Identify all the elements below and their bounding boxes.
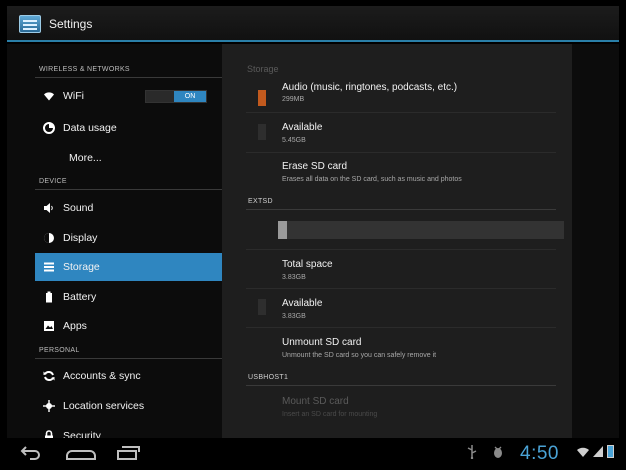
row-title: Audio (music, ringtones, podcasts, etc.) (282, 82, 458, 93)
location-icon (43, 400, 55, 412)
sidebar-item-display[interactable]: Display (35, 224, 222, 252)
row-subtitle: 5.45GB (282, 137, 306, 144)
system-navigation-bar: 4:50 (0, 438, 626, 470)
sidebar-item-location-services[interactable]: Location services (35, 392, 222, 420)
sidebar-item-battery[interactable]: Battery (35, 283, 222, 311)
storage-row-audio[interactable]: Audio (music, ringtones, podcasts, etc.)… (246, 82, 556, 110)
sidebar-item-sound[interactable]: Sound (35, 194, 222, 222)
section-header-personal: PERSONAL (39, 347, 80, 354)
sidebar-item-label: Display (63, 232, 98, 244)
sidebar-item-more[interactable]: More... (35, 144, 222, 172)
sidebar-item-label: WiFi (63, 90, 84, 102)
sidebar-item-label: Storage (63, 261, 100, 273)
row-title: Total space (282, 259, 333, 270)
section-header-device: DEVICE (39, 178, 67, 185)
section-divider (35, 358, 222, 359)
storage-row-total-space: Total space 3.83GB (246, 254, 556, 286)
sidebar-item-label: Data usage (63, 122, 117, 134)
brightness-icon (43, 232, 55, 244)
audio-color-swatch (258, 90, 266, 106)
sidebar-item-label: Apps (63, 320, 87, 332)
sidebar-item-storage[interactable]: Storage (35, 253, 222, 281)
category-divider (246, 209, 556, 210)
sidebar-item-wifi[interactable]: WiFi ON (35, 82, 222, 110)
row-divider (246, 327, 556, 328)
section-divider (35, 189, 222, 190)
home-icon[interactable] (66, 450, 96, 460)
row-divider (246, 152, 556, 153)
unmount-sd-card-button[interactable]: Unmount SD card Unmount the SD card so y… (246, 332, 556, 364)
section-header-wireless: WIRELESS & NETWORKS (39, 66, 130, 73)
category-divider (246, 385, 556, 386)
wifi-signal-icon (576, 446, 590, 461)
category-header-extsd: EXTSD (248, 198, 273, 205)
action-bar: Settings (7, 6, 619, 42)
row-title: Unmount SD card (282, 337, 362, 348)
battery-icon (43, 291, 55, 303)
sidebar-item-label: Accounts & sync (63, 370, 141, 382)
wifi-icon (43, 90, 55, 102)
row-title: Available (282, 298, 323, 309)
recent-apps-icon[interactable] (117, 446, 140, 460)
usb-icon (466, 445, 478, 462)
row-title: Available (282, 122, 323, 133)
apps-icon (43, 320, 55, 332)
toggle-state-label: ON (174, 91, 206, 102)
row-subtitle: Unmount the SD card so you can safely re… (282, 352, 437, 359)
category-header-usbhost: USBHOST1 (248, 374, 289, 381)
row-subtitle: 3.83GB (282, 274, 306, 281)
status-clock: 4:50 (520, 443, 559, 464)
row-subtitle: 299MB (282, 96, 305, 103)
settings-sidebar: WIRELESS & NETWORKS WiFi ON Data usage M… (7, 44, 222, 442)
speaker-icon (43, 202, 55, 214)
back-icon[interactable] (20, 444, 42, 467)
extsd-usage-fill (278, 221, 287, 239)
sync-icon (43, 370, 55, 382)
mount-sd-card-button[interactable]: Mount SD card Insert an SD card for moun… (246, 391, 556, 423)
row-subtitle: Insert an SD card for mounting (282, 411, 378, 418)
storage-pane: Storage Audio (music, ringtones, podcast… (222, 44, 572, 438)
extsd-usage-bar (278, 221, 564, 239)
settings-content: WIRELESS & NETWORKS WiFi ON Data usage M… (7, 44, 619, 442)
app-title: Settings (49, 17, 93, 31)
erase-sd-card-button[interactable]: Erase SD card Erases all data on the SD … (246, 156, 556, 188)
pane-title: Storage (247, 64, 279, 74)
sidebar-item-label: Battery (63, 291, 97, 303)
row-title: Mount SD card (282, 396, 349, 407)
sidebar-item-label: Location services (63, 400, 145, 412)
section-divider (35, 77, 222, 78)
row-subtitle: 3.83GB (282, 313, 306, 320)
row-title: Erase SD card (282, 161, 348, 172)
sidebar-item-data-usage[interactable]: Data usage (35, 114, 222, 142)
wifi-toggle[interactable]: ON (145, 90, 207, 103)
sidebar-item-accounts-sync[interactable]: Accounts & sync (35, 362, 222, 390)
row-divider (246, 288, 556, 289)
row-divider (246, 249, 556, 250)
storage-row-available: Available 5.45GB (246, 118, 556, 150)
sidebar-item-label: Sound (63, 202, 94, 214)
data-usage-icon (43, 122, 55, 134)
available-color-swatch (258, 299, 266, 315)
battery-status-icon (607, 445, 614, 458)
tablet-screen: Settings WIRELESS & NETWORKS WiFi ON Dat… (0, 0, 626, 470)
settings-app-icon[interactable] (19, 15, 41, 33)
sidebar-item-apps[interactable]: Apps (35, 312, 222, 340)
cellular-signal-icon (593, 446, 603, 457)
row-divider (246, 112, 556, 113)
row-subtitle: Erases all data on the SD card, such as … (282, 176, 462, 183)
sidebar-item-label: More... (69, 152, 102, 164)
usb-debugging-icon (492, 445, 504, 462)
available-color-swatch (258, 124, 266, 140)
storage-row-extsd-available: Available 3.83GB (246, 293, 556, 325)
storage-icon (43, 261, 55, 273)
